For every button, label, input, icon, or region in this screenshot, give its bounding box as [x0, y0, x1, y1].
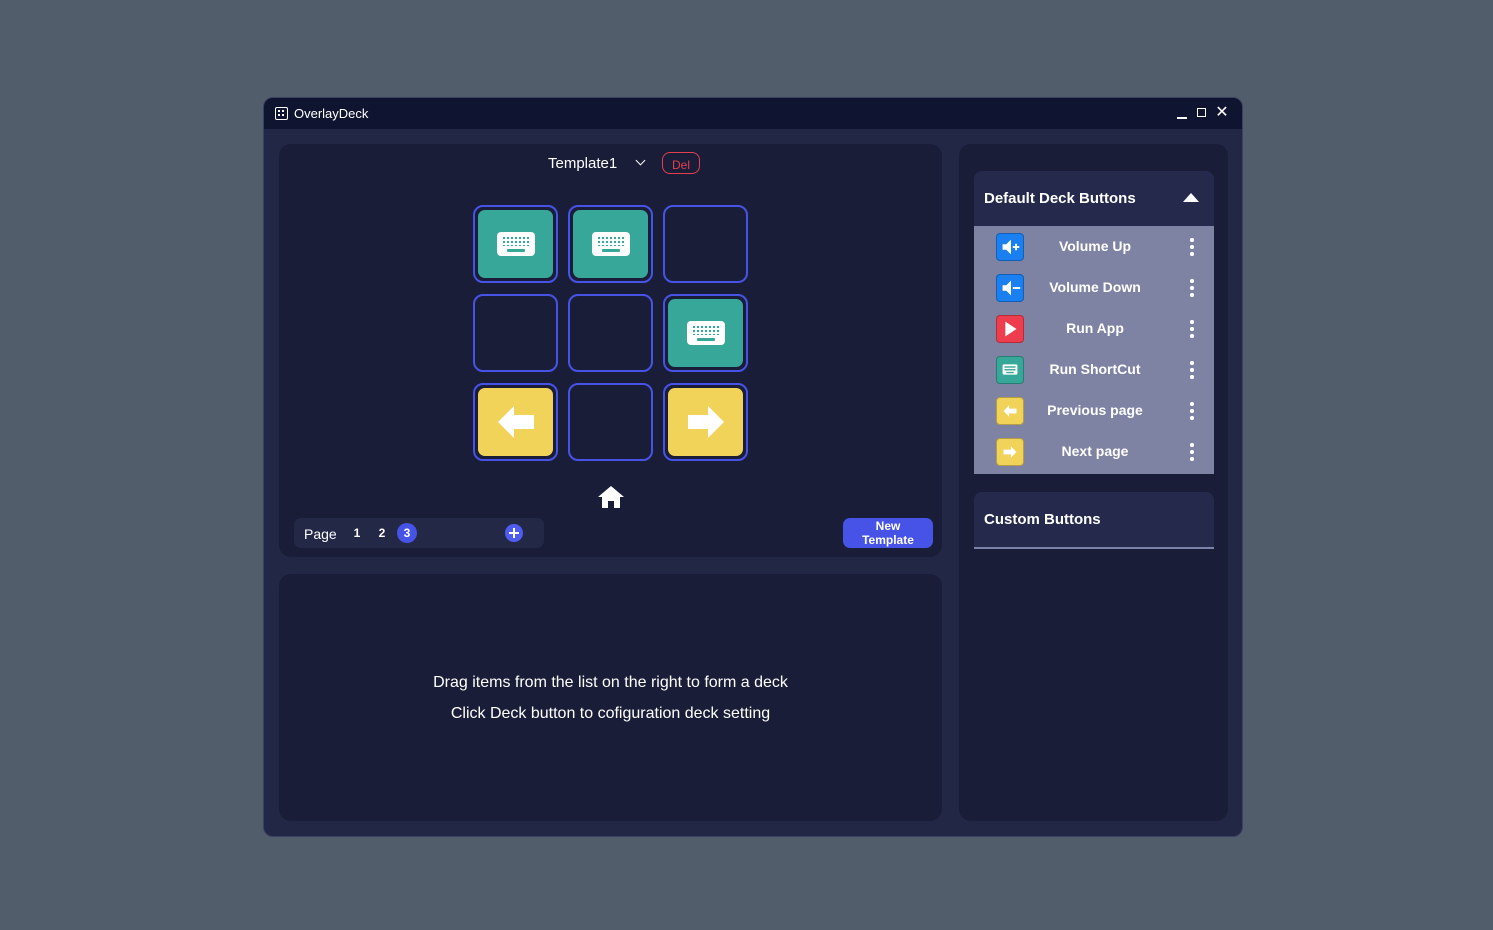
deck-button-face	[573, 210, 648, 278]
config-panel: Drag items from the list on the right to…	[279, 574, 942, 821]
template-name[interactable]: Template1	[548, 155, 617, 172]
deck-cell[interactable]	[568, 205, 653, 283]
deck-cell[interactable]	[473, 205, 558, 283]
volume-up-icon	[996, 233, 1024, 261]
keyboard-icon	[591, 232, 630, 256]
app-window: OverlayDeck ✕ Template1 Del Page 1 2 3 N…	[263, 97, 1243, 837]
deck-button-face	[478, 388, 553, 456]
more-options-icon[interactable]	[1189, 238, 1195, 256]
app-logo-icon	[275, 107, 288, 120]
volume-down-icon	[996, 274, 1024, 302]
more-options-icon[interactable]	[1189, 361, 1195, 379]
more-options-icon[interactable]	[1189, 443, 1195, 461]
default-button-item[interactable]: Run ShortCut	[974, 349, 1214, 390]
deck-cell[interactable]	[663, 294, 748, 372]
default-button-label: Previous page	[1047, 402, 1143, 418]
default-buttons-list: Volume Up Volume Down Run App Run ShortCut P…	[974, 226, 1214, 474]
default-button-label: Run App	[1066, 320, 1124, 336]
deck-cell[interactable]	[568, 294, 653, 372]
close-button[interactable]: ✕	[1213, 104, 1231, 122]
deck-button-face	[668, 299, 743, 367]
custom-buttons-header[interactable]: Custom Buttons	[974, 492, 1214, 549]
maximize-button[interactable]	[1193, 104, 1211, 122]
page-button-1[interactable]: 1	[347, 523, 367, 543]
hint-click-text: Click Deck button to cofiguration deck s…	[450, 705, 771, 722]
deck-cell[interactable]	[473, 294, 558, 372]
chevron-down-icon[interactable]	[635, 155, 646, 166]
page-button-3[interactable]: 3	[397, 523, 417, 543]
play-icon	[996, 315, 1024, 343]
home-icon[interactable]	[597, 484, 625, 510]
deck-button-face	[478, 210, 553, 278]
more-options-icon[interactable]	[1189, 279, 1195, 297]
arrow-right-icon	[687, 406, 724, 438]
arrow-right-icon	[996, 438, 1024, 466]
buttons-sidebar: Default Deck Buttons Volume Up Volume Dow…	[959, 144, 1228, 821]
default-button-item[interactable]: Volume Up	[974, 226, 1214, 267]
deck-cell[interactable]	[663, 383, 748, 461]
more-options-icon[interactable]	[1189, 320, 1195, 338]
add-page-button[interactable]	[505, 524, 523, 542]
minimize-button[interactable]	[1173, 104, 1191, 122]
default-button-item[interactable]: Run App	[974, 308, 1214, 349]
hint-drag-text: Drag items from the list on the right to…	[433, 674, 788, 691]
custom-buttons-title: Custom Buttons	[984, 511, 1101, 528]
deck-panel: Template1 Del Page 1 2 3 New Template	[279, 144, 942, 557]
page-selector: Page 1 2 3	[294, 518, 544, 548]
deck-grid	[473, 205, 749, 463]
keyboard-icon	[996, 356, 1024, 384]
title-bar: OverlayDeck ✕	[264, 98, 1242, 129]
deck-cell[interactable]	[473, 383, 558, 461]
default-button-item[interactable]: Volume Down	[974, 267, 1214, 308]
page-button-2[interactable]: 2	[372, 523, 392, 543]
default-button-item[interactable]: Next page	[974, 431, 1214, 472]
keyboard-icon	[496, 232, 535, 256]
window-title: OverlayDeck	[294, 106, 369, 121]
arrow-left-icon	[497, 406, 534, 438]
arrow-left-icon	[996, 397, 1024, 425]
collapse-up-icon[interactable]	[1183, 193, 1199, 202]
deck-button-face	[668, 388, 743, 456]
default-button-label: Volume Down	[1049, 279, 1141, 295]
page-label: Page	[304, 526, 337, 542]
new-template-button[interactable]: New Template	[843, 518, 933, 548]
default-button-item[interactable]: Previous page	[974, 390, 1214, 431]
default-button-label: Volume Up	[1058, 238, 1132, 254]
default-button-label: Next page	[1061, 443, 1129, 459]
default-button-label: Run ShortCut	[1049, 361, 1141, 377]
default-buttons-header[interactable]: Default Deck Buttons	[974, 171, 1214, 226]
deck-cell[interactable]	[568, 383, 653, 461]
deck-cell[interactable]	[663, 205, 748, 283]
keyboard-icon	[686, 321, 725, 345]
more-options-icon[interactable]	[1189, 402, 1195, 420]
delete-template-button[interactable]: Del	[662, 152, 700, 174]
default-buttons-title: Default Deck Buttons	[984, 190, 1136, 207]
